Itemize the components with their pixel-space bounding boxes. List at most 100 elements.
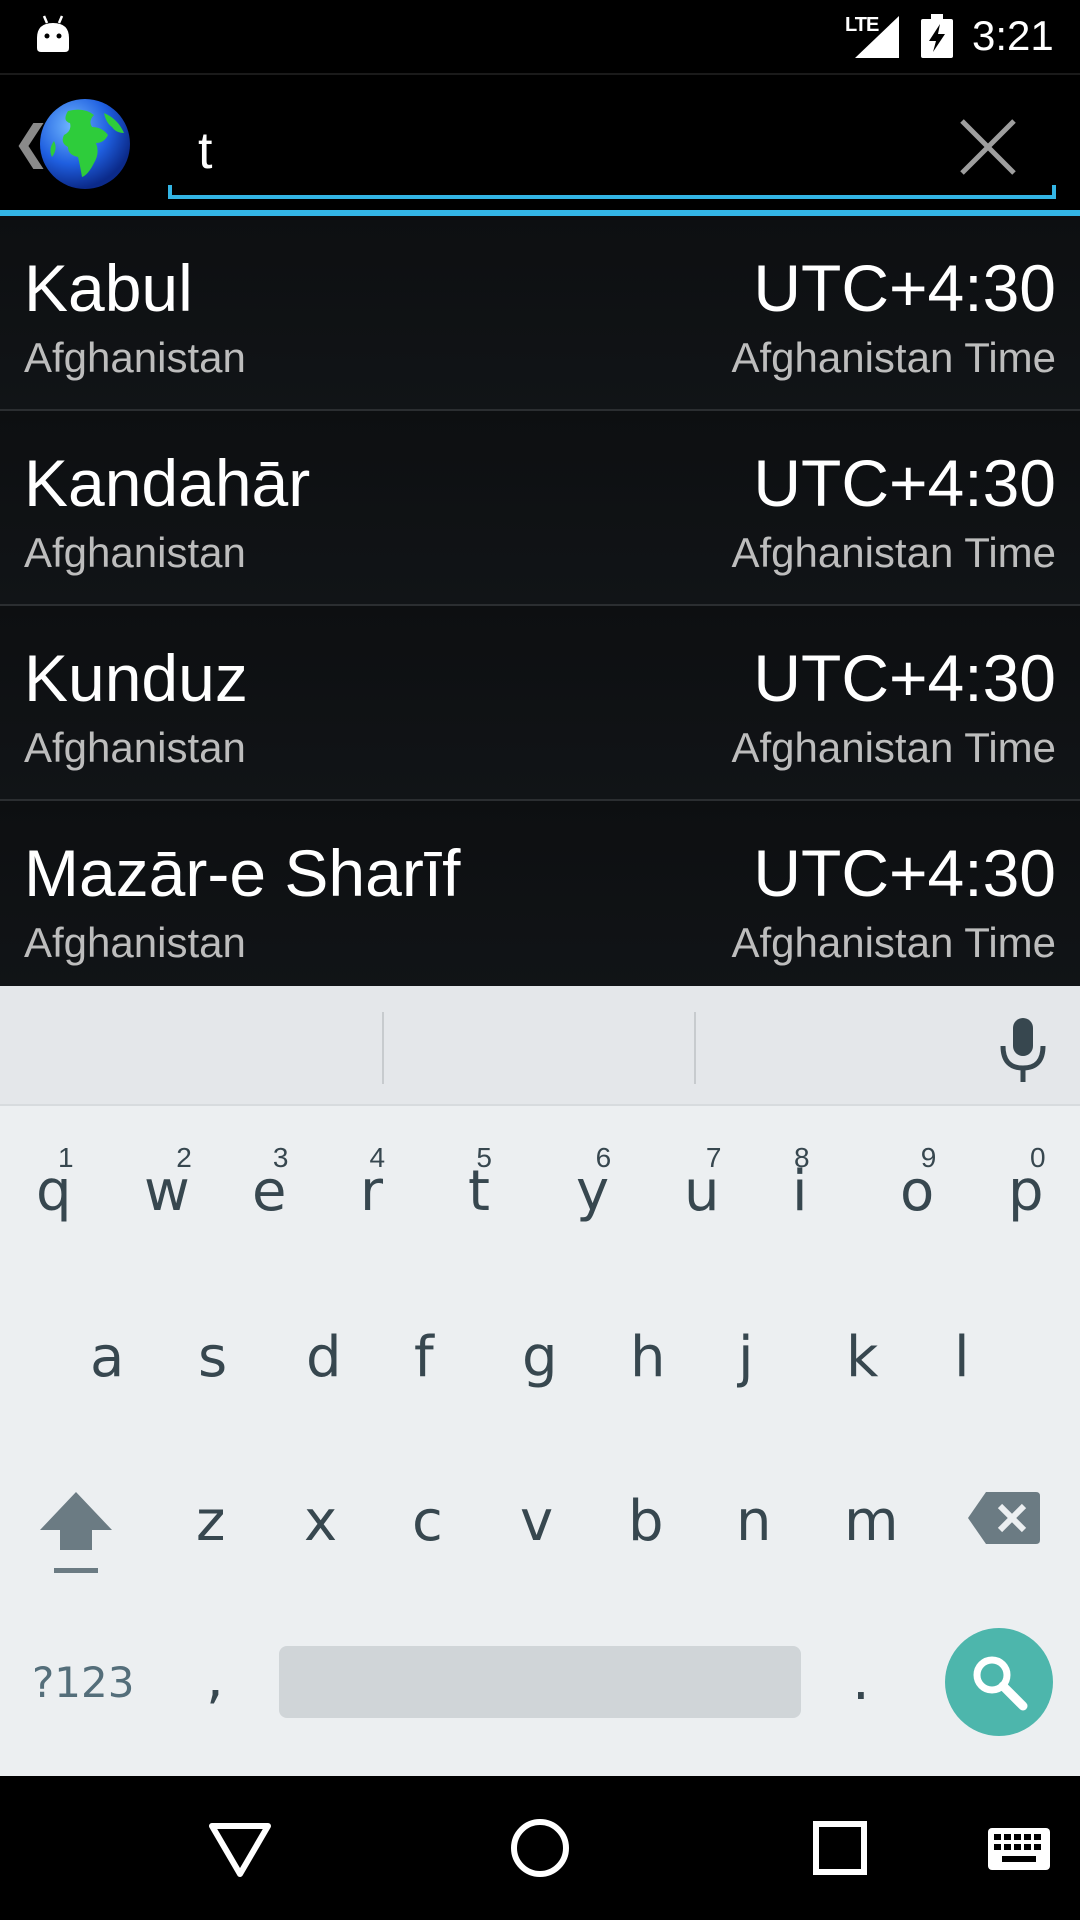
country-name: Afghanistan <box>24 724 246 771</box>
search-underline <box>168 185 1056 199</box>
city-name: Kandahār <box>24 446 311 520</box>
list-item[interactable]: Kandahār Afghanistan UTC+4:30 Afghanista… <box>0 411 1080 606</box>
key-e[interactable]: e3 <box>252 1142 288 1220</box>
key-hint: 4 <box>369 1142 386 1173</box>
key-j[interactable]: j <box>738 1330 754 1386</box>
home-circle-icon[interactable] <box>504 1812 576 1884</box>
key-i[interactable]: i8 <box>792 1142 810 1220</box>
suggestion-divider <box>694 1012 696 1084</box>
key-label: f <box>414 1325 434 1390</box>
close-icon[interactable] <box>948 107 1028 187</box>
keyboard-icon[interactable] <box>984 1812 1054 1884</box>
backspace-icon[interactable] <box>966 1488 1042 1548</box>
navigation-bar <box>0 1776 1080 1920</box>
key-hint: 2 <box>176 1142 192 1173</box>
key-r[interactable]: r4 <box>360 1142 385 1220</box>
shift-icon[interactable] <box>36 1488 116 1578</box>
key-x[interactable]: x <box>304 1494 337 1550</box>
key-label: a <box>90 1325 125 1390</box>
key-label: k <box>846 1325 879 1390</box>
suggestion-strip <box>0 986 1080 1106</box>
utc-offset: UTC+4:30 <box>753 641 1056 715</box>
key-t[interactable]: t5 <box>468 1142 492 1220</box>
city-name: Mazār-e Sharīf <box>24 836 461 910</box>
key-hint: 0 <box>1029 1142 1046 1173</box>
key-label: j <box>738 1325 754 1390</box>
utc-offset: UTC+4:30 <box>753 836 1056 910</box>
key-label: h <box>630 1325 666 1390</box>
period-key[interactable]: . <box>852 1648 870 1713</box>
key-g[interactable]: g <box>522 1330 558 1386</box>
key-y[interactable]: y6 <box>576 1142 611 1220</box>
key-k[interactable]: k <box>846 1330 878 1386</box>
key-label: v <box>520 1489 554 1554</box>
key-label: d <box>306 1325 342 1390</box>
key-label: z <box>196 1489 226 1554</box>
key-b[interactable]: b <box>628 1494 664 1550</box>
key-w[interactable]: w2 <box>144 1142 192 1220</box>
list-item[interactable]: Kabul Afghanistan UTC+4:30 Afghanistan T… <box>0 216 1080 411</box>
comma-key[interactable]: , <box>206 1646 224 1711</box>
timezone-name: Afghanistan Time <box>731 919 1056 966</box>
timezone-results-list: Kabul Afghanistan UTC+4:30 Afghanistan T… <box>0 216 1080 986</box>
city-name: Kabul <box>24 251 193 325</box>
key-c[interactable]: c <box>412 1494 443 1550</box>
country-name: Afghanistan <box>24 529 246 576</box>
search-input[interactable]: t <box>198 121 212 181</box>
key-p[interactable]: p0 <box>1008 1142 1046 1220</box>
city-name: Kunduz <box>24 641 248 715</box>
list-item[interactable]: Mazār-e Sharīf Afghanistan UTC+4:30 Afgh… <box>0 801 1080 986</box>
space-key[interactable] <box>279 1646 801 1718</box>
symbols-key[interactable]: ?123 <box>32 1658 134 1707</box>
key-label: m <box>844 1489 899 1554</box>
timezone-name: Afghanistan Time <box>731 529 1056 576</box>
search-action-bar: ❮ t <box>0 73 1080 211</box>
key-hint: 9 <box>920 1142 937 1173</box>
key-label: b <box>628 1489 664 1554</box>
timezone-name: Afghanistan Time <box>731 334 1056 381</box>
key-m[interactable]: m <box>844 1494 899 1550</box>
key-label: s <box>198 1325 228 1390</box>
key-hint: 7 <box>705 1142 722 1173</box>
key-label: x <box>304 1489 338 1554</box>
utc-offset: UTC+4:30 <box>753 251 1056 325</box>
search-field[interactable]: t <box>168 95 1056 199</box>
key-label: g <box>522 1325 558 1390</box>
key-label: n <box>736 1489 772 1554</box>
soft-keyboard: q1 w2 e3 r4 t5 y6 u7 i8 o9 p0 a s d f g h j k l z x c v b n m ?12… <box>0 986 1080 1776</box>
key-a[interactable]: a <box>90 1330 124 1386</box>
recents-square-icon[interactable] <box>804 1812 876 1884</box>
key-l[interactable]: l <box>954 1330 970 1386</box>
suggestion-divider <box>382 1012 384 1084</box>
utc-offset: UTC+4:30 <box>753 446 1056 520</box>
list-item[interactable]: Kunduz Afghanistan UTC+4:30 Afghanistan … <box>0 606 1080 801</box>
key-v[interactable]: v <box>520 1494 553 1550</box>
timezone-name: Afghanistan Time <box>731 724 1056 771</box>
key-q[interactable]: q1 <box>36 1142 74 1220</box>
clock: 3:21 <box>972 12 1054 59</box>
key-hint: 5 <box>476 1142 492 1173</box>
key-hint: 3 <box>272 1142 289 1173</box>
cell-signal-icon <box>855 16 899 58</box>
status-bar: LTE 3:21 <box>0 0 1080 73</box>
back-triangle-icon[interactable] <box>204 1812 276 1884</box>
key-label: l <box>954 1325 970 1390</box>
search-key[interactable] <box>945 1628 1053 1736</box>
globe-icon[interactable] <box>38 97 132 191</box>
mic-icon[interactable] <box>995 1016 1051 1084</box>
country-name: Afghanistan <box>24 334 246 381</box>
key-u[interactable]: u7 <box>684 1142 722 1220</box>
key-hint: 6 <box>595 1142 612 1173</box>
key-h[interactable]: h <box>630 1330 666 1386</box>
battery-charging-icon <box>921 14 953 58</box>
key-label: c <box>412 1489 443 1554</box>
search-icon <box>973 1656 1028 1711</box>
key-o[interactable]: o9 <box>900 1142 936 1220</box>
key-d[interactable]: d <box>306 1330 342 1386</box>
key-s[interactable]: s <box>198 1330 227 1386</box>
key-f[interactable]: f <box>414 1330 434 1386</box>
key-hint: 1 <box>57 1142 74 1173</box>
key-n[interactable]: n <box>736 1494 772 1550</box>
key-z[interactable]: z <box>196 1494 225 1550</box>
key-hint: 8 <box>793 1142 810 1173</box>
